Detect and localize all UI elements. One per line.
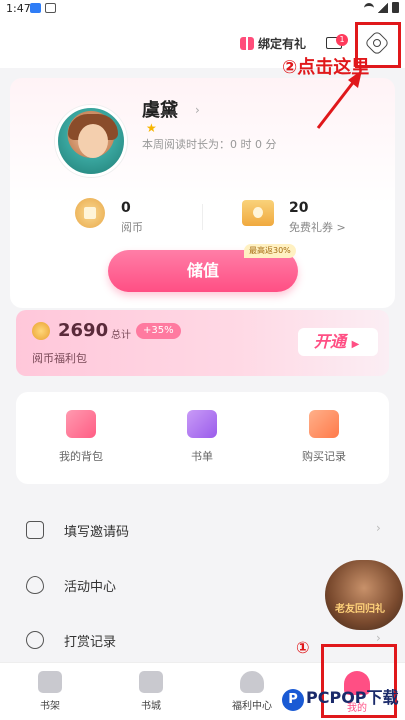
returning-friend-promo[interactable]: 老友回归礼 [325,560,403,630]
open-bundle-label: 开通 [314,332,347,351]
backpack-action[interactable]: 我的背包 [36,410,126,464]
profile-card: 虞黛 › ★ 本周阅读时长为：0 时 0 分 0 阅币 20 免费礼券 > 储值… [10,78,395,308]
bundle-percent-badge: +35% [136,323,181,339]
message-count-badge: 1 [336,34,348,46]
avatar-face [78,124,108,158]
coins-value[interactable]: 0 [121,200,131,216]
chevron-right-icon[interactable]: › [195,103,200,117]
messages-button[interactable]: 1 [326,34,348,51]
list-item-invite-code[interactable]: 填写邀请码 › [0,505,405,555]
bind-gift-label: 绑定有礼 [258,37,307,51]
bookshelf-icon [38,671,62,693]
watermark: P PCPOP下载 [282,684,399,711]
nav-welfare[interactable]: 福利中心 [222,671,282,712]
app-notification-icon [30,3,41,13]
gift-icon [240,37,254,50]
booklist-action[interactable]: 书单 [157,410,247,464]
status-bar: 1:47 [0,0,405,18]
backpack-label: 我的背包 [59,450,103,463]
tickets-value[interactable]: 20 [289,200,308,216]
play-arrow-icon: ▶ [351,339,360,350]
flame-icon [26,576,44,594]
star-icon: ★ [146,121,157,135]
promo-text: 老友回归礼 [335,604,385,615]
highlight-box-settings [355,22,401,68]
bundle-amount: 2690 [58,320,109,341]
avatar[interactable] [55,105,127,177]
max-return-tag: 最高返30% [244,244,296,258]
invite-code-label: 填写邀请码 [64,525,130,540]
weekly-reading-time: 本周阅读时长为：0 时 0 分 [142,138,277,151]
coin-bundle-banner[interactable]: 2690 总计 +35% 阅币福利包 开通 ▶ [16,310,389,376]
welfare-bag-icon [240,671,264,693]
status-system-icons [364,2,399,13]
nav-bookshelf[interactable]: 书架 [20,671,80,712]
booklist-icon [187,410,217,438]
battery-icon [392,2,399,13]
gold-coin-icon [32,322,50,340]
purchase-history-action[interactable]: 购买记录 [279,410,369,464]
nav-bookstore[interactable]: 书城 [121,671,181,712]
status-notification-icons [30,3,56,13]
coin-book-icon[interactable] [75,198,105,228]
coins-label: 阅币 [121,221,143,234]
tickets-label[interactable]: 免费礼券 > [289,219,346,235]
wallet-icon [66,410,96,438]
nav-bookstore-label: 书城 [141,701,161,712]
edit-icon [26,521,44,539]
coin-book-glyph [84,207,96,219]
ticket-star-glyph [253,207,263,218]
chevron-right-icon: › [376,631,381,645]
chevron-right-icon: › [376,521,381,535]
mail-notification-icon [45,3,56,13]
watermark-logo-icon: P [282,689,304,711]
quick-actions-card: 我的背包 书单 购买记录 [16,392,389,484]
nav-bookshelf-label: 书架 [40,701,60,712]
watermark-text: PCPOP下载 [306,688,399,707]
ticket-icon[interactable] [242,200,274,226]
bundle-total-label: 总计 [111,330,131,341]
coins-stack-icon [26,631,44,649]
reward-history-label: 打赏记录 [64,635,117,650]
nav-welfare-label: 福利中心 [232,701,272,712]
step-one-annotation: ① [296,638,310,657]
booklist-label: 书单 [191,450,213,463]
activity-center-label: 活动中心 [64,580,117,595]
receipt-icon [309,410,339,438]
status-time: 1:47 [6,2,31,15]
bundle-subtitle: 阅币福利包 [32,352,87,365]
stats-divider [202,204,203,230]
purchase-history-label: 购买记录 [302,450,346,463]
signal-icon [378,2,388,13]
open-bundle-button[interactable]: 开通 ▶ [298,328,378,356]
wifi-icon [364,2,374,13]
bind-gift-button[interactable]: 绑定有礼 [240,35,306,52]
bookstore-icon [139,671,163,693]
username[interactable]: 虞黛 [142,96,178,122]
